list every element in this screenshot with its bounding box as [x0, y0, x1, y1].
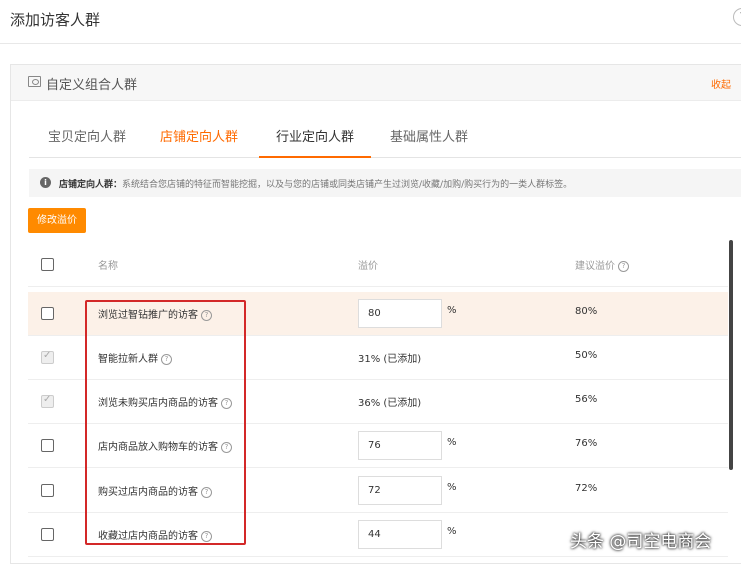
tab-store-audience[interactable]: 店铺定向人群: [160, 126, 238, 158]
suggested-bid: 72%: [575, 483, 598, 494]
watermark: 头条 @司空电商会: [570, 532, 712, 552]
tab-item-audience[interactable]: 宝贝定向人群: [48, 126, 126, 158]
close-icon[interactable]: ?: [733, 8, 741, 26]
audience-icon: [28, 76, 41, 87]
table-header: 名称 溢价 建议溢价?: [28, 243, 728, 287]
bid-unit: %: [447, 437, 457, 448]
row-checkbox[interactable]: [41, 307, 54, 320]
header-name: 名称: [98, 261, 118, 272]
row-checkbox-disabled: [41, 350, 54, 364]
tab-basic-attribute-audience[interactable]: 基础属性人群: [390, 126, 468, 158]
panel-header: 自定义组合人群 收起: [11, 65, 741, 101]
dialog-header: 添加访客人群 ?: [0, 0, 741, 44]
info-text: 店铺定向人群：系统结合您店铺的特征而智能挖掘，以及与您的店铺或同类店铺产生过浏览…: [59, 177, 572, 190]
dialog-title: 添加访客人群: [10, 11, 101, 29]
scrollbar[interactable]: [729, 240, 733, 470]
select-all-checkbox[interactable]: [41, 258, 54, 271]
row-checkbox[interactable]: [41, 439, 54, 452]
bid-input[interactable]: 72: [358, 476, 442, 505]
row-checkbox[interactable]: [41, 528, 54, 541]
bid-unit: %: [447, 305, 457, 316]
added-bid: 36% (已添加): [358, 398, 422, 409]
info-icon: i: [40, 177, 51, 188]
header-suggested: 建议溢价?: [575, 257, 629, 272]
bid-unit: %: [447, 482, 457, 493]
bid-unit: %: [447, 526, 457, 537]
row-checkbox-disabled: [41, 394, 54, 408]
row-checkbox[interactable]: [41, 484, 54, 497]
added-bid: 31% (已添加): [358, 354, 422, 365]
info-description: 系统结合您店铺的特征而智能挖掘，以及与您的店铺或同类店铺产生过浏览/收藏/加购/…: [122, 180, 573, 190]
dialog: 添加访客人群 ? 自定义组合人群 收起 宝贝定向人群 店铺定向人群 行业定向人群…: [0, 0, 741, 564]
info-bar: i 店铺定向人群：系统结合您店铺的特征而智能挖掘，以及与您的店铺或同类店铺产生过…: [29, 169, 741, 197]
bid-input[interactable]: 80: [358, 299, 442, 328]
tab-industry-audience[interactable]: 行业定向人群: [259, 126, 372, 158]
suggested-bid: 50%: [575, 350, 598, 361]
header-bid: 溢价: [358, 261, 378, 272]
suggested-bid: 56%: [575, 394, 598, 405]
annotation-box: [85, 300, 246, 545]
suggested-bid: 76%: [575, 438, 598, 449]
panel-title: 自定义组合人群: [46, 78, 138, 93]
audience-tabs: 宝贝定向人群 店铺定向人群 行业定向人群 基础属性人群: [29, 120, 741, 158]
help-icon[interactable]: ?: [618, 261, 629, 272]
collapse-link[interactable]: 收起: [711, 76, 731, 91]
edit-bid-button[interactable]: 修改溢价: [28, 208, 86, 233]
bid-input[interactable]: 44: [358, 520, 442, 549]
bid-input[interactable]: 76: [358, 431, 442, 460]
info-label: 店铺定向人群：: [59, 180, 123, 190]
header-suggested-label: 建议溢价: [575, 261, 615, 272]
suggested-bid: 80%: [575, 306, 598, 317]
